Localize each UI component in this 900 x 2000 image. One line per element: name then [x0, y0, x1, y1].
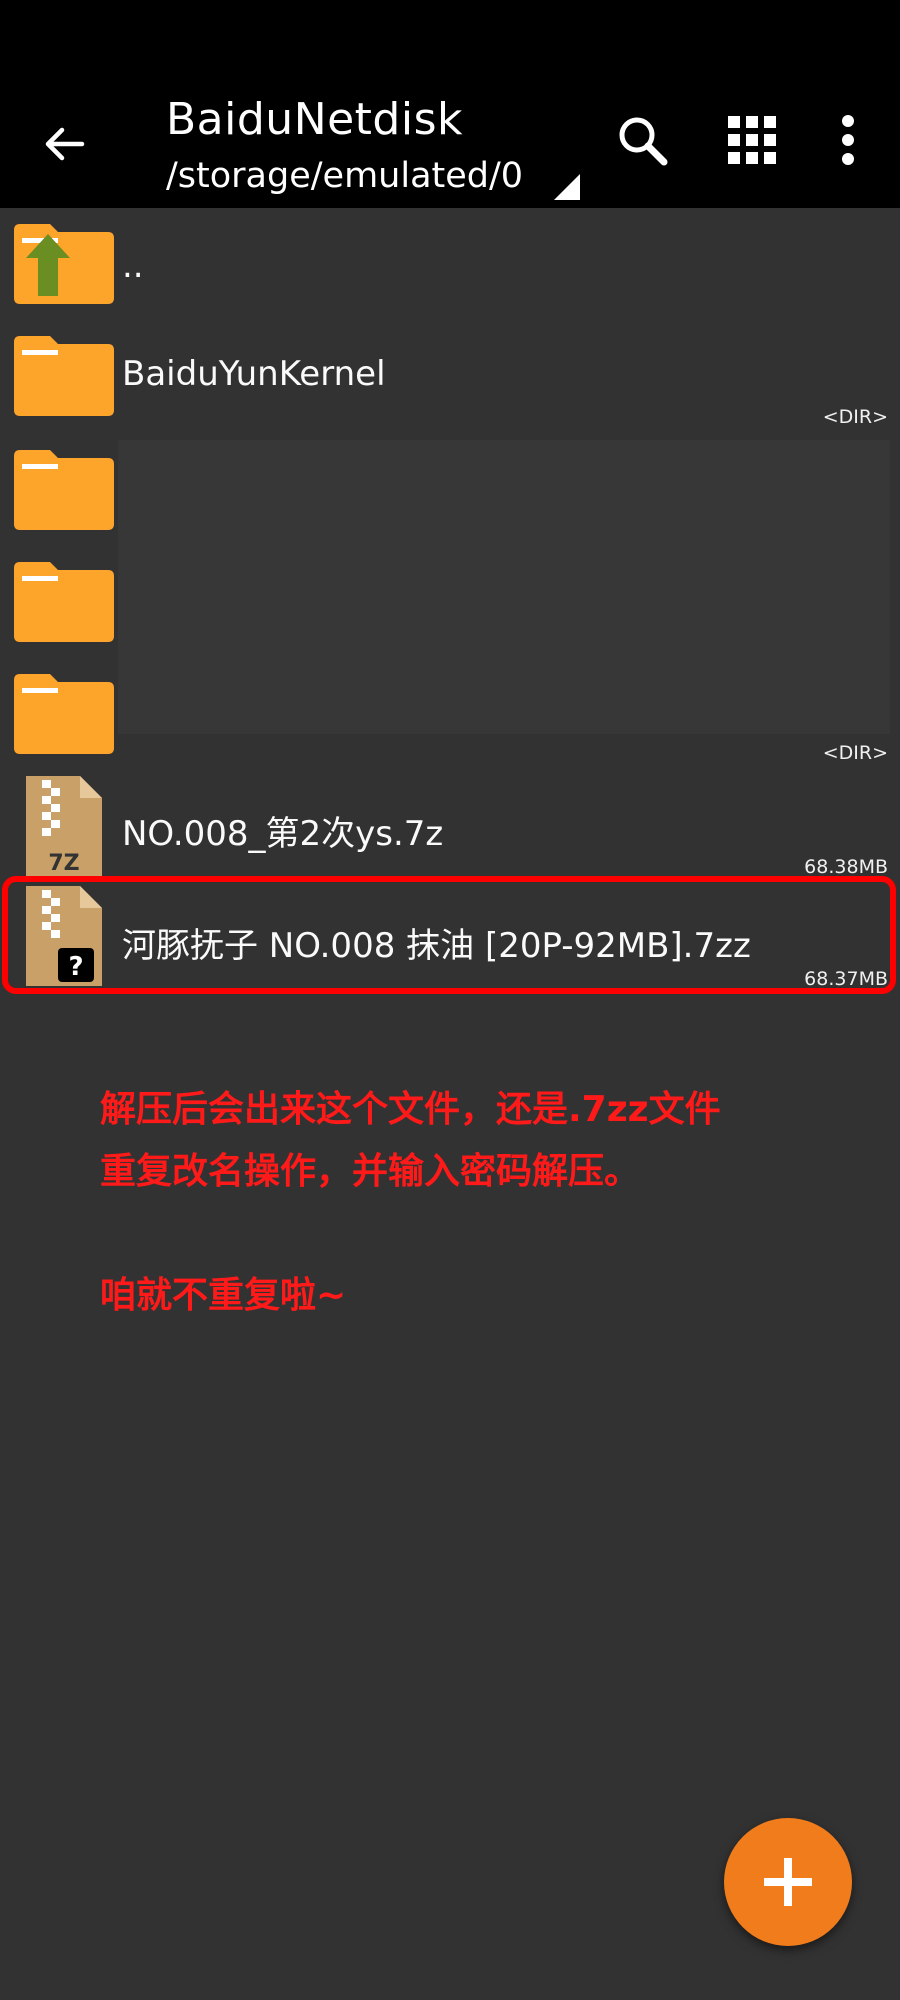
svg-text:7Z: 7Z: [48, 851, 79, 876]
folder-icon: [14, 336, 114, 416]
back-button[interactable]: [28, 108, 100, 180]
annotation-line-2: 重复改名操作，并输入密码解压。: [100, 1151, 641, 1192]
search-icon: [619, 117, 668, 166]
file-name: NO.008_第2次ys.7z: [122, 814, 444, 854]
annotation-line-1: 解压后会出来这个文件，还是.7zz文件: [100, 1089, 721, 1130]
grid-icon: [728, 116, 776, 164]
arrow-left-icon: [45, 127, 85, 161]
status-bar: [0, 0, 900, 66]
file-meta: 68.38MB: [804, 856, 888, 878]
file-meta: <DIR>: [822, 742, 888, 764]
file-name: ..: [122, 246, 144, 286]
more-options-button[interactable]: [810, 102, 886, 178]
annotation-line-3: 咱就不重复啦~: [100, 1275, 347, 1316]
search-button[interactable]: [604, 102, 680, 178]
grid-view-button[interactable]: [714, 102, 790, 178]
list-item-parent[interactable]: ..: [0, 208, 900, 318]
redaction-mask: [118, 440, 890, 734]
current-path[interactable]: /storage/emulated/0: [166, 156, 523, 196]
file-meta: <DIR>: [822, 406, 888, 428]
folder-icon: [14, 450, 114, 530]
path-dropdown-triangle-icon[interactable]: [554, 174, 580, 200]
folder-icon: [14, 562, 114, 642]
file-name: BaiduYunKernel: [122, 354, 386, 394]
folder-icon: [14, 674, 114, 754]
add-fab-button[interactable]: [724, 1818, 852, 1946]
list-item-archive[interactable]: 7Z NO.008_第2次ys.7z 68.38MB: [0, 772, 900, 880]
highlight-box: [2, 876, 896, 994]
folder-up-icon: [14, 224, 114, 304]
app-bar: BaiduNetdisk /storage/emulated/0: [0, 66, 900, 208]
7z-archive-icon: 7Z: [26, 776, 102, 876]
page-title: BaiduNetdisk: [166, 94, 463, 145]
list-item-folder[interactable]: BaiduYunKernel <DIR>: [0, 320, 900, 432]
plus-icon: [764, 1858, 812, 1906]
more-vert-icon: [842, 115, 854, 165]
